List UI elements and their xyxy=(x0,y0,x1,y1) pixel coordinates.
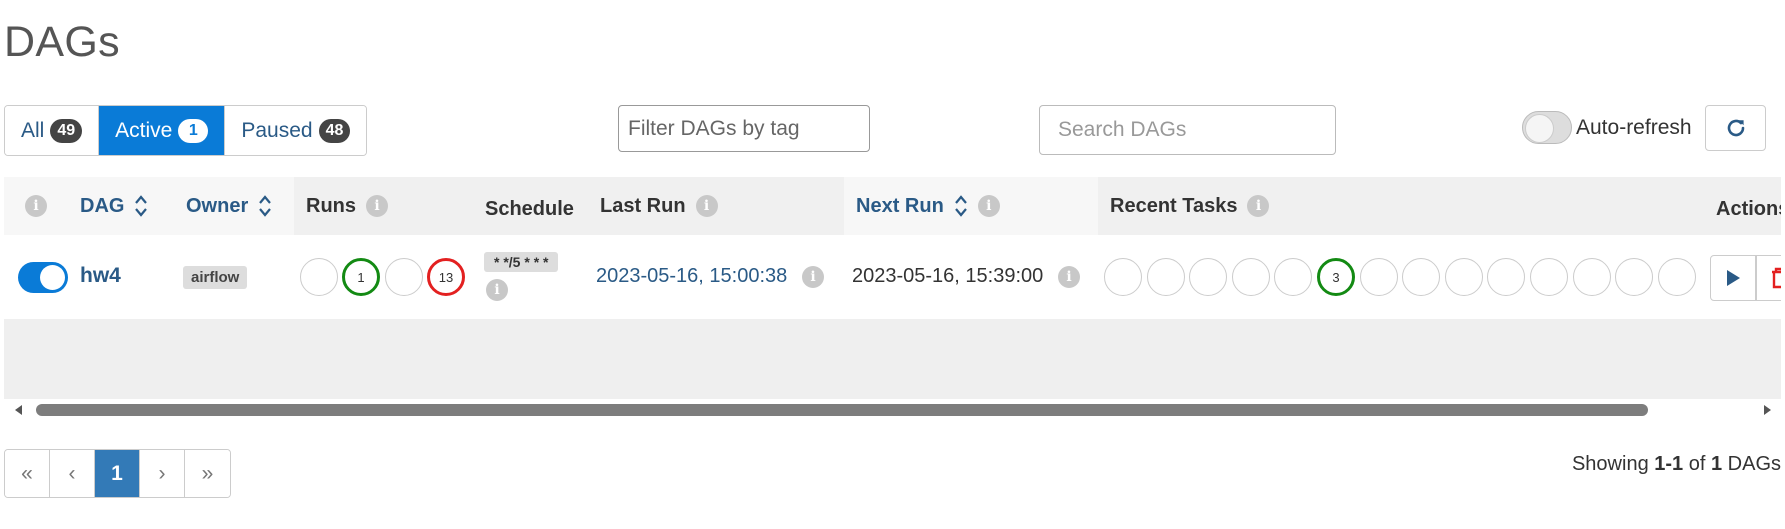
header-schedule-label: Schedule xyxy=(485,197,574,220)
search-dags-input[interactable] xyxy=(1039,105,1336,155)
header-last-run: Last Run i xyxy=(588,177,844,235)
header-actions: Actions xyxy=(1716,177,1781,235)
info-icon[interactable]: i xyxy=(486,279,508,301)
next-page-button[interactable]: › xyxy=(140,450,185,497)
scroll-left-arrow-icon[interactable] xyxy=(12,403,26,417)
summary-total: 1 xyxy=(1710,453,1723,475)
recent-task-circle[interactable] xyxy=(1615,258,1654,296)
tab-active-count: 1 xyxy=(178,118,209,143)
table-empty-area xyxy=(4,319,1781,399)
sort-icon xyxy=(135,195,148,217)
dags-table: i DAG Owner Runs i Schedule Last Run i N… xyxy=(4,177,1781,422)
header-active-col: i xyxy=(4,177,68,235)
scroll-right-arrow-icon[interactable] xyxy=(1760,403,1774,417)
sort-icon xyxy=(954,195,967,217)
prev-page-button[interactable]: ‹ xyxy=(50,450,95,497)
info-icon[interactable]: i xyxy=(1058,266,1080,288)
table-row: hw4 airflow 1 13 * */5 * * * i 2023-05-1… xyxy=(4,235,1781,319)
header-last-run-label: Last Run xyxy=(600,194,686,217)
header-actions-label: Actions xyxy=(1716,197,1781,220)
recent-task-circle[interactable] xyxy=(1231,258,1270,296)
recent-task-circle[interactable] xyxy=(1104,258,1142,296)
last-run-link[interactable]: 2023-05-16, 15:00:38 xyxy=(596,265,787,288)
tab-active[interactable]: Active 1 xyxy=(99,106,226,155)
run-state-circle[interactable] xyxy=(300,258,338,296)
info-icon[interactable]: i xyxy=(802,266,824,288)
auto-refresh-label: Auto-refresh xyxy=(1576,115,1692,139)
recent-task-circle[interactable] xyxy=(1274,258,1313,296)
last-page-button[interactable]: » xyxy=(185,450,230,497)
tag-filter-input[interactable] xyxy=(618,105,870,152)
header-owner-label: Owner xyxy=(186,194,249,217)
first-page-button[interactable]: « xyxy=(5,450,50,497)
sort-icon xyxy=(259,195,272,217)
tab-paused-label: Paused xyxy=(241,118,313,142)
info-icon[interactable]: i xyxy=(366,195,388,217)
tab-active-label: Active xyxy=(115,118,173,142)
status-filter-tabs: All 49 Active 1 Paused 48 xyxy=(4,105,368,156)
header-recent-tasks-label: Recent Tasks xyxy=(1110,194,1238,217)
refresh-button[interactable] xyxy=(1705,105,1766,151)
header-next-run-label: Next Run xyxy=(856,194,944,217)
next-run-value: 2023-05-16, 15:39:00 xyxy=(852,265,1044,287)
run-state-circle[interactable] xyxy=(385,258,423,296)
info-icon[interactable]: i xyxy=(1247,195,1270,217)
recent-task-circle[interactable] xyxy=(1359,258,1398,296)
delete-dag-button[interactable] xyxy=(1756,255,1781,301)
refresh-icon xyxy=(1727,119,1744,137)
summary-prefix: Showing xyxy=(1571,453,1649,475)
tab-paused[interactable]: Paused 48 xyxy=(225,106,367,155)
recent-task-circle[interactable] xyxy=(1657,258,1696,296)
recent-task-circle[interactable] xyxy=(1487,258,1526,296)
header-recent-tasks: Recent Tasks i xyxy=(1098,177,1698,235)
recent-task-circle[interactable] xyxy=(1530,258,1568,296)
table-header: i DAG Owner Runs i Schedule Last Run i N… xyxy=(4,177,1781,235)
recent-task-circle[interactable]: 3 xyxy=(1317,258,1355,296)
run-state-circle[interactable]: 1 xyxy=(342,258,380,296)
header-dag[interactable]: DAG xyxy=(68,177,176,235)
summary-of: of xyxy=(1688,453,1706,475)
recent-task-circle[interactable] xyxy=(1146,258,1185,296)
header-schedule: Schedule xyxy=(472,177,588,235)
recent-task-circle[interactable] xyxy=(1402,258,1441,296)
page-1-button[interactable]: 1 xyxy=(95,450,140,497)
dag-actions xyxy=(1710,255,1781,301)
trigger-dag-button[interactable] xyxy=(1710,255,1756,301)
horizontal-scrollbar[interactable] xyxy=(4,399,1781,421)
info-icon[interactable]: i xyxy=(977,195,1000,217)
header-runs-label: Runs xyxy=(306,194,356,217)
dag-active-toggle[interactable] xyxy=(18,262,68,293)
header-owner[interactable]: Owner xyxy=(176,177,294,235)
results-summary: Showing 1-1 of 1 DAGs xyxy=(1572,453,1781,476)
owner-badge[interactable]: airflow xyxy=(183,266,248,289)
run-state-circle[interactable]: 13 xyxy=(427,258,465,296)
dag-id-link[interactable]: hw4 xyxy=(80,264,121,288)
tab-paused-count: 48 xyxy=(318,118,351,143)
play-icon xyxy=(1727,270,1740,286)
page-title: DAGs xyxy=(4,18,120,66)
pagination: « ‹ 1 › » xyxy=(4,449,231,498)
tab-all-label: All xyxy=(21,118,45,142)
auto-refresh-control: Auto-refresh xyxy=(1522,111,1692,144)
recent-task-circle[interactable] xyxy=(1444,258,1483,296)
summary-suffix: DAGs xyxy=(1727,453,1781,475)
recent-task-circle[interactable] xyxy=(1572,258,1611,296)
auto-refresh-toggle[interactable] xyxy=(1522,111,1572,144)
summary-range: 1-1 xyxy=(1654,453,1684,475)
tab-all-count: 49 xyxy=(50,118,83,143)
recent-task-circle[interactable] xyxy=(1189,258,1228,296)
schedule-badge[interactable]: * */5 * * * xyxy=(484,252,559,272)
scrollbar-thumb[interactable] xyxy=(36,404,1648,416)
header-runs: Runs i xyxy=(294,177,472,235)
info-icon[interactable]: i xyxy=(695,195,718,217)
header-next-run[interactable]: Next Run i xyxy=(844,177,1098,235)
info-icon[interactable]: i xyxy=(25,195,47,217)
trash-icon xyxy=(1772,267,1781,289)
header-dag-label: DAG xyxy=(80,194,125,217)
tab-all[interactable]: All 49 xyxy=(5,106,100,155)
